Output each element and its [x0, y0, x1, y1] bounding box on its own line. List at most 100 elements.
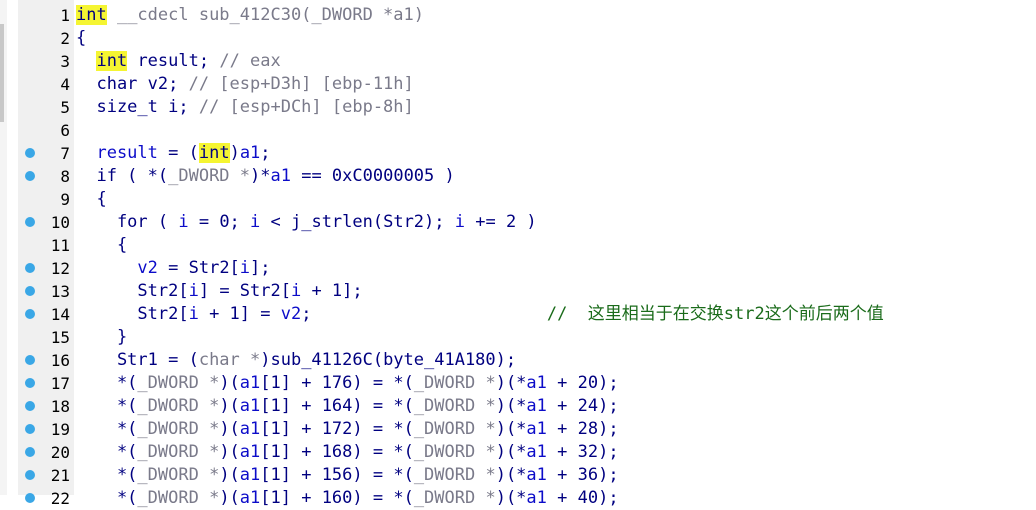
- code-line[interactable]: 3 int result; // eax: [0, 50, 1036, 73]
- breakpoint-marker-icon[interactable]: [25, 217, 35, 227]
- code-token: size_t i;: [76, 97, 199, 117]
- code-text[interactable]: size_t i; // [esp+DCh] [ebp-8h]: [76, 96, 413, 119]
- code-token: )*: [250, 166, 271, 186]
- code-line[interactable]: 18 *(_DWORD *)(a1[1] + 164) = *(_DWORD *…: [0, 395, 1036, 418]
- code-token: )(: [219, 488, 240, 508]
- code-token: *(: [76, 373, 138, 393]
- code-text[interactable]: {: [76, 188, 106, 211]
- line-number: 13: [50, 282, 70, 301]
- code-line[interactable]: 8 if ( *(_DWORD *)*a1 == 0xC0000005 ): [0, 165, 1036, 188]
- code-token: )(: [219, 465, 240, 485]
- code-token: _DWORD *: [413, 442, 496, 462]
- code-token: _DWORD *: [137, 488, 220, 508]
- code-token: [1] + 172) = *(: [260, 419, 414, 439]
- line-number: 14: [50, 305, 70, 324]
- code-token: Str2[: [76, 281, 189, 301]
- code-text[interactable]: int __cdecl sub_412C30(_DWORD *a1): [76, 4, 424, 27]
- code-line[interactable]: 17 *(_DWORD *)(a1[1] + 176) = *(_DWORD *…: [0, 372, 1036, 395]
- code-line[interactable]: 21 *(_DWORD *)(a1[1] + 156) = *(_DWORD *…: [0, 464, 1036, 487]
- line-number: 4: [60, 75, 70, 94]
- breakpoint-marker-icon[interactable]: [25, 263, 35, 273]
- code-text[interactable]: }: [76, 326, 127, 349]
- code-text[interactable]: v2 = Str2[i];: [76, 257, 271, 280]
- code-token: result;: [127, 51, 220, 71]
- breakpoint-marker-icon[interactable]: [25, 470, 35, 480]
- breakpoint-marker-icon[interactable]: [25, 309, 35, 319]
- code-text[interactable]: for ( i = 0; i < j_strlen(Str2); i += 2 …: [76, 211, 537, 234]
- code-text[interactable]: if ( *(_DWORD *)*a1 == 0xC0000005 ): [76, 165, 454, 188]
- code-token: int: [96, 51, 128, 71]
- code-line[interactable]: 9 {: [0, 188, 1036, 211]
- breakpoint-marker-icon[interactable]: [25, 286, 35, 296]
- code-token: _DWORD *: [413, 465, 496, 485]
- code-token: = (: [157, 143, 199, 163]
- breakpoint-marker-icon[interactable]: [25, 355, 35, 365]
- code-text[interactable]: *(_DWORD *)(a1[1] + 156) = *(_DWORD *)(*…: [76, 464, 619, 487]
- code-token: + 28);: [546, 419, 619, 439]
- line-number: 15: [50, 328, 70, 347]
- code-line[interactable]: 11 {: [0, 234, 1036, 257]
- code-token: // [esp+D3h] [ebp-11h]: [188, 74, 414, 94]
- breakpoint-marker-icon[interactable]: [25, 378, 35, 388]
- code-token: = 0;: [188, 212, 251, 232]
- code-line[interactable]: 22 *(_DWORD *)(a1[1] + 160) = *(_DWORD *…: [0, 487, 1036, 510]
- code-text[interactable]: {: [76, 234, 127, 257]
- code-line[interactable]: 12 v2 = Str2[i];: [0, 257, 1036, 280]
- code-line[interactable]: 10 for ( i = 0; i < j_strlen(Str2); i +=…: [0, 211, 1036, 234]
- code-line[interactable]: 16 Str1 = (char *)sub_41126C(byte_41A180…: [0, 349, 1036, 372]
- code-token: ;: [260, 143, 271, 163]
- code-text[interactable]: char v2; // [esp+D3h] [ebp-11h]: [76, 73, 414, 96]
- breakpoint-marker-icon[interactable]: [25, 171, 35, 181]
- code-token: a1: [239, 442, 261, 462]
- code-line[interactable]: 20 *(_DWORD *)(a1[1] + 168) = *(_DWORD *…: [0, 441, 1036, 464]
- code-token: + 1];: [301, 281, 363, 301]
- code-text[interactable]: *(_DWORD *)(a1[1] + 164) = *(_DWORD *)(*…: [76, 395, 619, 418]
- code-line[interactable]: 1 int __cdecl sub_412C30(_DWORD *a1): [0, 4, 1036, 27]
- code-token: )(: [219, 373, 240, 393]
- code-line[interactable]: 19 *(_DWORD *)(a1[1] + 172) = *(_DWORD *…: [0, 418, 1036, 441]
- code-text[interactable]: Str2[i + 1] = v2; // 这里相当于在交换str2这个前后两个值: [76, 303, 883, 326]
- breakpoint-marker-icon[interactable]: [25, 401, 35, 411]
- code-text[interactable]: *(_DWORD *)(a1[1] + 160) = *(_DWORD *)(*…: [76, 487, 619, 510]
- code-text[interactable]: int result; // eax: [76, 50, 281, 73]
- code-line[interactable]: 2{: [0, 27, 1036, 50]
- code-line[interactable]: 6: [0, 119, 1036, 142]
- code-token: a1: [239, 396, 261, 416]
- code-token: int: [76, 5, 107, 25]
- code-token: }: [76, 327, 128, 347]
- code-line[interactable]: 14 Str2[i + 1] = v2; // 这里相当于在交换str2这个前后…: [0, 303, 1036, 326]
- code-token: for (: [76, 212, 179, 232]
- code-token: if ( *(: [76, 166, 169, 186]
- code-token: char *: [198, 350, 261, 370]
- breakpoint-marker-icon[interactable]: [25, 424, 35, 434]
- code-text[interactable]: *(_DWORD *)(a1[1] + 172) = *(_DWORD *)(*…: [76, 418, 619, 441]
- code-text[interactable]: *(_DWORD *)(a1[1] + 176) = *(_DWORD *)(*…: [76, 372, 619, 395]
- code-text[interactable]: *(_DWORD *)(a1[1] + 168) = *(_DWORD *)(*…: [76, 441, 619, 464]
- code-token: *(: [76, 442, 138, 462]
- code-line[interactable]: 5 size_t i; // [esp+DCh] [ebp-8h]: [0, 96, 1036, 119]
- code-token: [1] + 156) = *(: [260, 465, 414, 485]
- breakpoint-marker-icon[interactable]: [25, 148, 35, 158]
- code-text[interactable]: {: [76, 27, 86, 50]
- breakpoint-marker-icon[interactable]: [25, 447, 35, 457]
- code-token: a1: [239, 488, 261, 508]
- code-line[interactable]: 13 Str2[i] = Str2[i + 1];: [0, 280, 1036, 303]
- code-token: i: [188, 281, 199, 301]
- code-text[interactable]: Str2[i] = Str2[i + 1];: [76, 280, 363, 303]
- line-number: 3: [60, 52, 70, 71]
- code-token: ];: [250, 258, 271, 278]
- code-line[interactable]: 7 result = (int)a1;: [0, 142, 1036, 165]
- code-text[interactable]: result = (int)a1;: [76, 142, 271, 165]
- code-token: _DWORD *: [137, 396, 220, 416]
- code-token: )(*: [495, 396, 527, 416]
- code-line[interactable]: 4 char v2; // [esp+D3h] [ebp-11h]: [0, 73, 1036, 96]
- code-token: *(: [76, 419, 138, 439]
- code-token: a1: [239, 373, 261, 393]
- code-token: // eax: [219, 51, 281, 71]
- code-token: _DWORD *: [137, 373, 220, 393]
- code-token: i: [290, 281, 302, 301]
- code-text[interactable]: Str1 = (char *)sub_41126C(byte_41A180);: [76, 349, 516, 372]
- line-number: 6: [60, 121, 70, 140]
- code-line[interactable]: 15 }: [0, 326, 1036, 349]
